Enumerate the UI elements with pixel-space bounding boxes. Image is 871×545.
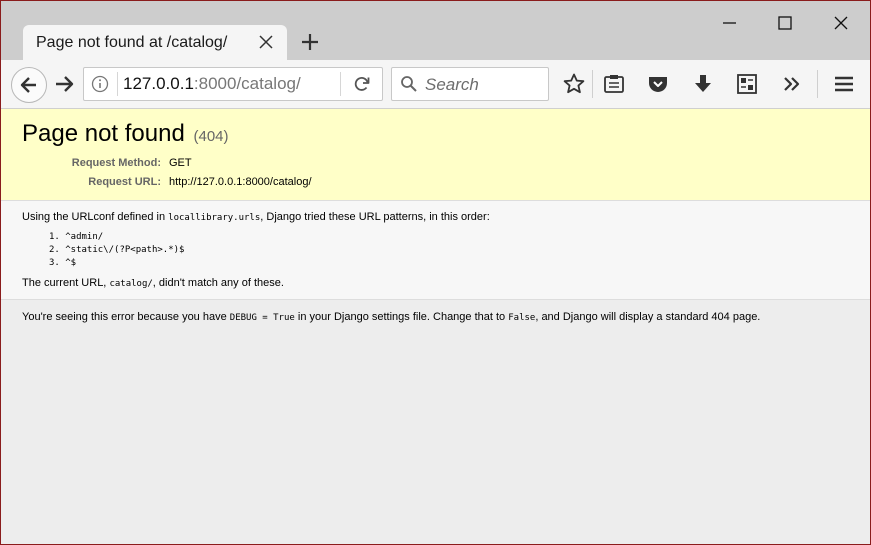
new-tab-icon[interactable] (299, 31, 321, 53)
tab-active[interactable]: Page not found at /catalog/ (23, 25, 287, 60)
explain-text-mid: in your Django settings file. Change tha… (297, 311, 506, 323)
request-url-value: http://127.0.0.1:8000/catalog/ (169, 176, 312, 188)
tab-title: Page not found at /catalog/ (36, 34, 228, 51)
error-title: Page not found (22, 120, 185, 147)
url-bar[interactable]: 127.0.0.1:8000/catalog/ (83, 67, 383, 101)
toolbar-separator (592, 70, 593, 98)
search-placeholder: Search (425, 75, 479, 94)
no-match-text-end: , didn't match any of these. (152, 277, 284, 289)
browser-window: Page not found at /catalog/ 127.0.0.1:80… (0, 0, 871, 545)
page-content: Page not found (404) Request Method: GET… (1, 109, 870, 544)
reader-view-icon[interactable] (602, 72, 626, 96)
info-icon[interactable] (90, 74, 110, 94)
debug-explanation: You're seeing this error because you hav… (22, 311, 760, 323)
error-summary: Page not found (404) Request Method: GET… (1, 109, 870, 201)
forward-icon[interactable] (53, 72, 77, 96)
bookmark-star-icon[interactable] (562, 72, 586, 96)
url-pattern-item: 2. ^static\/(?P<path>.*)$ (49, 245, 185, 255)
intro-text-end: , Django tried these URL patterns, in th… (260, 211, 490, 223)
urlconf-module: locallibrary.urls (168, 213, 261, 223)
error-code: (404) (193, 128, 229, 145)
minimize-icon[interactable] (717, 11, 741, 35)
download-icon[interactable] (691, 72, 715, 96)
maximize-icon[interactable] (773, 11, 797, 35)
navigation-toolbar: 127.0.0.1:8000/catalog/ Search (1, 60, 870, 109)
url-pattern-list: 1. ^admin/ 2. ^static\/(?P<path>.*)$ 3. … (49, 231, 184, 270)
url-host: 127.0.0.1 (123, 74, 194, 93)
page-title: Page not found (404) (22, 120, 229, 148)
explain-text: You're seeing this error because you hav… (22, 311, 227, 323)
back-button[interactable] (11, 67, 47, 103)
url-pattern-item: 1. ^admin/ (49, 232, 104, 242)
debug-setting-code: DEBUG = True (229, 313, 295, 323)
search-icon (401, 76, 417, 92)
url-patterns-section: Using the URLconf defined in locallibrar… (1, 201, 870, 300)
url-separator (117, 72, 118, 96)
title-bar: Page not found at /catalog/ (1, 1, 870, 60)
close-tab-icon[interactable] (257, 33, 275, 51)
explain-text-end: , and Django will display a standard 404… (535, 311, 761, 323)
current-url-code: catalog/ (109, 279, 153, 289)
back-icon (20, 77, 36, 93)
close-window-icon[interactable] (829, 11, 853, 35)
no-match-text: The current URL, (22, 277, 107, 289)
url-path: :8000/catalog/ (193, 74, 301, 93)
hamburger-menu-icon[interactable] (832, 72, 856, 96)
url-text[interactable]: 127.0.0.1:8000/catalog/ (123, 74, 301, 94)
pocket-icon[interactable] (646, 72, 670, 96)
request-method-value: GET (169, 157, 192, 169)
intro-text: Using the URLconf defined in (22, 211, 166, 223)
url-separator (340, 72, 341, 96)
search-bar[interactable]: Search (391, 67, 549, 101)
url-pattern-item: 3. ^$ (49, 258, 77, 268)
request-url-label: Request URL: (88, 176, 161, 188)
overflow-icon[interactable] (780, 72, 804, 96)
reload-icon[interactable] (352, 74, 372, 94)
library-icon[interactable] (735, 72, 759, 96)
no-match-message: The current URL, catalog/, didn't match … (22, 277, 284, 289)
request-method-label: Request Method: (71, 157, 161, 169)
false-code: False (508, 313, 536, 323)
toolbar-separator (817, 70, 818, 98)
urlconf-intro: Using the URLconf defined in locallibrar… (22, 211, 490, 223)
